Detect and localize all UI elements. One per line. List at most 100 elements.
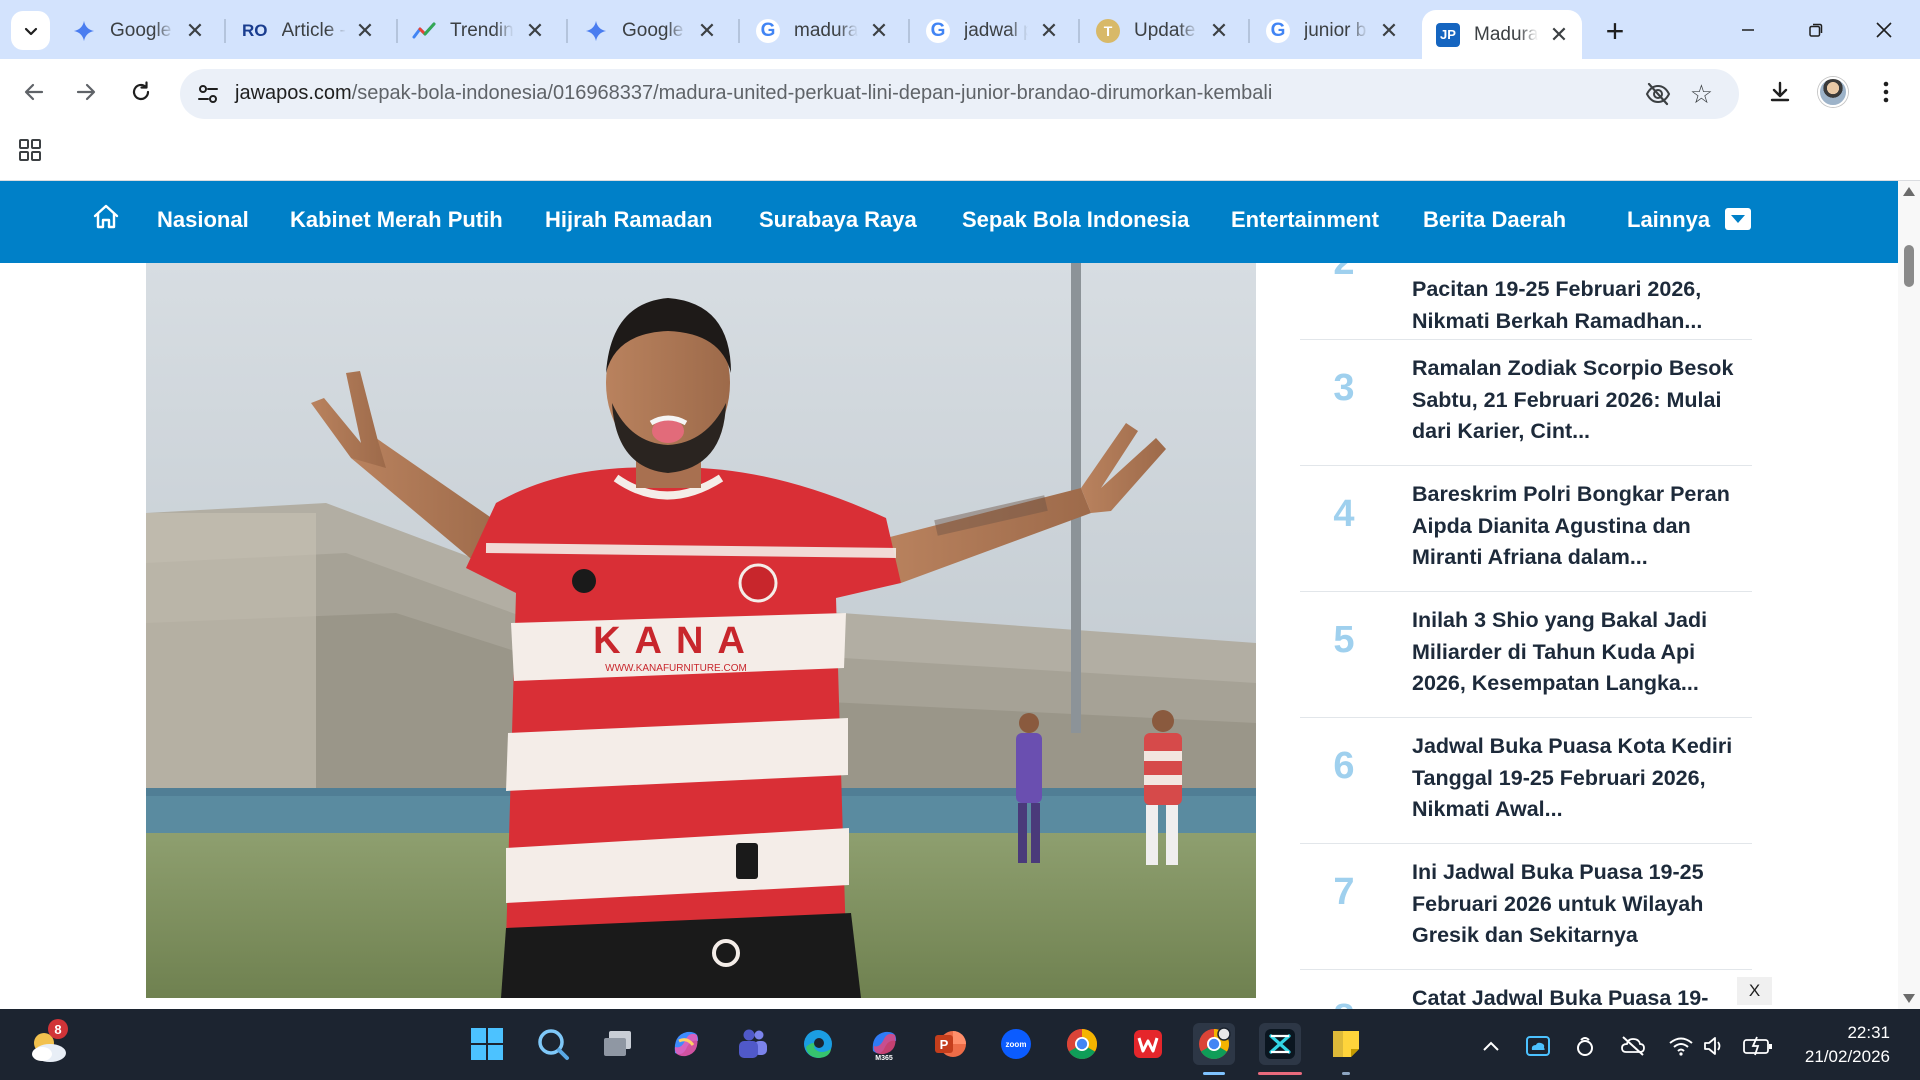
forward-button[interactable] (66, 72, 106, 112)
restore-button[interactable] (1788, 0, 1844, 59)
close-icon[interactable]: ✕ (1548, 22, 1570, 47)
rank-number: 8 (1324, 997, 1364, 1009)
article-link[interactable]: Pacitan 19-25 Februari 2026, Nikmati Ber… (1412, 274, 1734, 337)
nav-item-nasional[interactable]: Nasional (157, 207, 249, 233)
list-item[interactable]: 8 Catat Jadwal Buka Puasa 19- (1300, 970, 1752, 1009)
powerpoint-button[interactable]: P (929, 1023, 971, 1065)
scroll-down-arrow-icon[interactable] (1903, 994, 1915, 1003)
list-item[interactable]: 6 Jadwal Buka Puasa Kota Kediri Tanggal … (1300, 718, 1752, 844)
close-icon (1876, 21, 1892, 38)
tab-madura-active[interactable]: JP Madura ✕ (1422, 10, 1582, 59)
tab-title: junior b (1304, 20, 1367, 41)
start-button[interactable] (466, 1023, 508, 1065)
article-link[interactable]: Inilah 3 Shio yang Bakal Jadi Miliarder … (1412, 605, 1734, 701)
article-link[interactable]: Ini Jadwal Buka Puasa 19-25 Februari 202… (1412, 857, 1734, 953)
chrome-profile-icon (1199, 1027, 1231, 1060)
windows-taskbar: 8 M365 P zoom 22:31 21/02/2026 (0, 1009, 1920, 1080)
nav-item-lainnya[interactable]: Lainnya (1627, 207, 1710, 233)
home-icon[interactable] (92, 203, 120, 231)
tab-separator (224, 19, 226, 43)
tab-separator (566, 19, 568, 43)
edge-button[interactable] (797, 1023, 839, 1065)
bookmark-star-icon[interactable]: ☆ (1690, 79, 1713, 110)
close-icon[interactable]: ✕ (1208, 18, 1230, 43)
tab-update[interactable]: T Update ✕ (1082, 10, 1242, 52)
nav-item-hijrah[interactable]: Hijrah Ramadan (545, 207, 713, 233)
nav-item-kabinet[interactable]: Kabinet Merah Putih (290, 207, 503, 233)
downloads-button[interactable] (1760, 72, 1800, 112)
battery-charging-icon[interactable] (1742, 1033, 1774, 1059)
article-link[interactable]: Bareskrim Polri Bongkar Peran Aipda Dian… (1412, 479, 1734, 575)
back-button[interactable] (14, 72, 54, 112)
cloud-off-icon[interactable] (1620, 1033, 1646, 1059)
chrome-button[interactable] (1061, 1023, 1103, 1065)
close-icon[interactable]: ✕ (1038, 18, 1060, 43)
close-ad-button[interactable]: X (1737, 977, 1772, 1005)
close-window-button[interactable] (1856, 0, 1912, 59)
list-item[interactable]: 3 Ramalan Zodiak Scorpio Besok Sabtu, 21… (1300, 340, 1752, 466)
tab-title: Trending (450, 20, 514, 41)
eye-off-icon[interactable] (1645, 82, 1671, 106)
tab-search-button[interactable] (11, 11, 50, 50)
tab-google-1[interactable]: Google ✕ (58, 10, 218, 52)
onedrive-cloud-icon[interactable] (1525, 1033, 1551, 1059)
close-icon[interactable]: ✕ (184, 18, 206, 43)
tab-trending[interactable]: Trending ✕ (398, 10, 558, 52)
taskbar-search-button[interactable] (532, 1023, 574, 1065)
article-link[interactable]: Ramalan Zodiak Scorpio Besok Sabtu, 21 F… (1412, 353, 1734, 449)
address-bar[interactable]: jawapos.com/sepak-bola-indonesia/0169683… (180, 69, 1739, 119)
article-link[interactable]: Catat Jadwal Buka Puasa 19- (1412, 983, 1734, 1009)
tab-title: Update (1134, 20, 1196, 41)
chrome-icon (1066, 1029, 1098, 1060)
show-hidden-icons-chevron-up-icon[interactable] (1478, 1033, 1504, 1059)
close-icon[interactable]: ✕ (354, 18, 376, 43)
tab-jadwal-search[interactable]: G jadwal p ✕ (912, 10, 1072, 52)
teams-button[interactable] (731, 1023, 773, 1065)
page-scrollbar[interactable] (1898, 181, 1920, 1009)
capcut-button[interactable] (1258, 1023, 1302, 1075)
task-view-button[interactable] (597, 1023, 639, 1065)
close-icon[interactable]: ✕ (524, 18, 546, 43)
close-icon[interactable]: ✕ (868, 18, 890, 43)
nav-item-berita-daerah[interactable]: Berita Daerah (1423, 207, 1566, 233)
list-item[interactable]: 4 Bareskrim Polri Bongkar Peran Aipda Di… (1300, 466, 1752, 592)
tab-article[interactable]: RO Article - ✕ (228, 10, 388, 52)
close-icon[interactable]: ✕ (1378, 18, 1400, 43)
reload-button[interactable] (121, 72, 161, 112)
sticky-notes-button[interactable] (1325, 1023, 1367, 1075)
scroll-up-arrow-icon[interactable] (1903, 187, 1915, 196)
new-tab-button[interactable]: + (1597, 13, 1633, 49)
profile-button[interactable] (1813, 72, 1853, 112)
zoom-button[interactable]: zoom (995, 1023, 1037, 1065)
list-item[interactable]: 5 Inilah 3 Shio yang Bakal Jadi Miliarde… (1300, 592, 1752, 718)
menu-button[interactable] (1866, 72, 1906, 112)
svg-text:zoom: zoom (1006, 1040, 1027, 1049)
list-item[interactable]: 7 Ini Jadwal Buka Puasa 19-25 Februari 2… (1300, 844, 1752, 970)
wifi-icon[interactable] (1668, 1033, 1694, 1059)
site-settings-icon[interactable] (196, 82, 220, 106)
nav-item-surabaya[interactable]: Surabaya Raya (759, 207, 917, 233)
scroll-thumb[interactable] (1904, 245, 1914, 287)
tab-madura-search[interactable]: G madura ✕ (742, 10, 902, 52)
apps-grid-icon[interactable] (18, 138, 42, 162)
copilot-icon (674, 1031, 699, 1057)
tab-junior-search[interactable]: G junior b ✕ (1252, 10, 1412, 52)
nav-item-entertainment[interactable]: Entertainment (1231, 207, 1379, 233)
article-link[interactable]: Jadwal Buka Puasa Kota Kediri Tanggal 19… (1412, 731, 1734, 827)
arrow-left-icon (24, 83, 44, 101)
close-icon[interactable]: ✕ (696, 18, 718, 43)
nav-item-sepak-bola[interactable]: Sepak Bola Indonesia (962, 207, 1189, 233)
caret-down-icon[interactable] (1725, 208, 1751, 230)
article-hero-image[interactable]: KANA WWW.KANAFURNITURE.COM (146, 263, 1256, 998)
minimize-button[interactable] (1720, 0, 1776, 59)
copilot-button[interactable] (665, 1023, 707, 1065)
url-text[interactable]: jawapos.com/sepak-bola-indonesia/0169683… (235, 82, 1272, 105)
chevron-down-icon (24, 27, 37, 35)
tab-google-2[interactable]: Google ✕ (570, 10, 730, 52)
system-clock[interactable]: 22:31 21/02/2026 (1805, 1021, 1890, 1069)
wps-button[interactable] (1127, 1023, 1169, 1065)
volume-icon[interactable] (1702, 1033, 1728, 1059)
chrome-profile-button[interactable] (1193, 1023, 1235, 1075)
security-shield-icon[interactable] (1572, 1033, 1598, 1059)
m365-button[interactable]: M365 (863, 1023, 905, 1065)
